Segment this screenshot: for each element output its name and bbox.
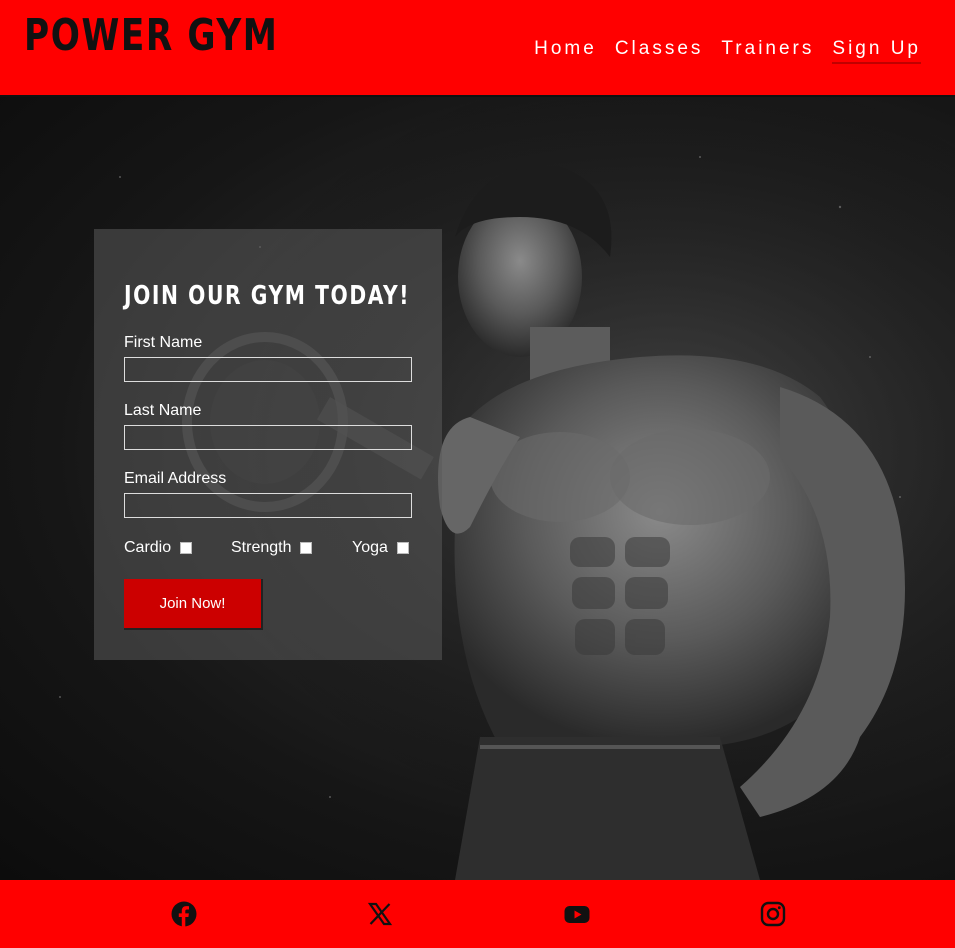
instagram-icon[interactable] — [760, 901, 786, 927]
checkbox-cardio-label: Cardio — [124, 539, 172, 556]
checkbox-yoga-box[interactable] — [396, 542, 409, 554]
site-header: POWER GYM Home Classes Trainers Sign Up — [0, 0, 955, 97]
last-name-label: Last Name — [124, 402, 202, 419]
nav-link-trainers[interactable]: Trainers — [721, 38, 814, 64]
checkbox-strength[interactable]: Strength — [231, 539, 313, 557]
form-title: JOIN OUR GYM TODAY! — [124, 281, 411, 311]
signup-form-card: JOIN OUR GYM TODAY! First Name Last Name… — [94, 229, 442, 660]
email-input[interactable] — [124, 493, 412, 518]
facebook-icon[interactable] — [171, 901, 197, 927]
checkbox-strength-box[interactable] — [300, 542, 313, 554]
nav-link-home[interactable]: Home — [534, 38, 597, 64]
last-name-input[interactable] — [124, 425, 412, 450]
youtube-icon[interactable] — [564, 901, 590, 927]
x-icon[interactable] — [367, 901, 393, 927]
join-now-button[interactable]: Join Now! — [124, 579, 263, 630]
checkbox-cardio[interactable]: Cardio — [124, 539, 193, 557]
hero-section: JOIN OUR GYM TODAY! First Name Last Name… — [0, 97, 955, 880]
nav-link-sign-up[interactable]: Sign Up — [832, 38, 921, 64]
checkbox-yoga-label: Yoga — [352, 539, 388, 556]
first-name-input[interactable] — [124, 357, 412, 382]
first-name-label: First Name — [124, 334, 203, 351]
site-footer — [0, 880, 955, 948]
nav-link-classes[interactable]: Classes — [615, 38, 704, 64]
email-label: Email Address — [124, 470, 227, 487]
checkbox-strength-label: Strength — [231, 539, 292, 556]
main-nav: Home Classes Trainers Sign Up — [534, 38, 921, 64]
checkbox-cardio-box[interactable] — [180, 542, 193, 554]
class-checkboxes: Cardio Strength Yoga — [124, 539, 414, 559]
checkbox-yoga[interactable]: Yoga — [352, 539, 409, 557]
site-logo[interactable]: POWER GYM — [24, 10, 278, 61]
